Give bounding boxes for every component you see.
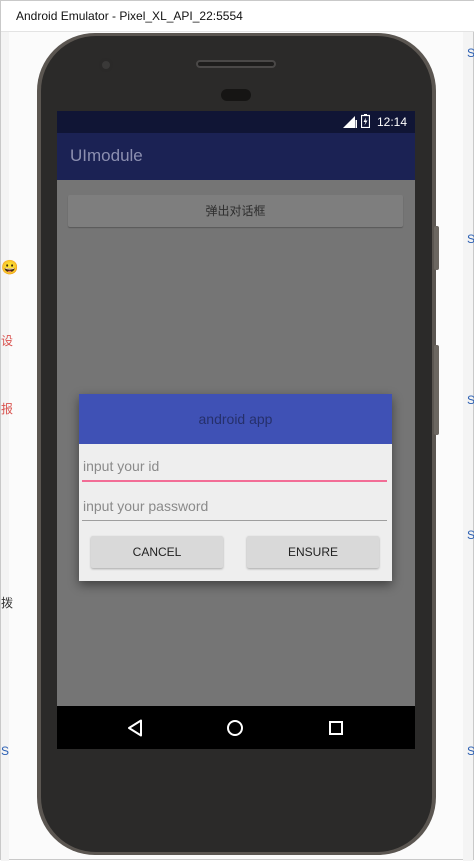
show-dialog-button[interactable]: 弹出对话框	[68, 195, 403, 227]
status-bar: 12:14	[57, 111, 415, 133]
cancel-button[interactable]: CANCEL	[91, 536, 223, 568]
background-fragment: S	[467, 744, 474, 758]
window-titlebar[interactable]: Android Emulator - Pixel_XL_API_22:5554	[1, 1, 474, 32]
speaker-grille	[196, 60, 276, 68]
navigation-bar	[57, 706, 415, 749]
background-fragment: 设	[1, 334, 14, 348]
background-right-strip	[463, 32, 473, 861]
signal-icon	[342, 113, 357, 132]
app-bar: UImodule	[57, 133, 415, 180]
battery-icon	[360, 113, 371, 132]
app-title: UImodule	[70, 146, 143, 165]
dialog-title: android app	[198, 411, 273, 427]
background-fragment: 拨	[1, 596, 14, 610]
background-fragment: S	[467, 46, 474, 60]
id-input[interactable]	[82, 452, 387, 482]
background-fragment: S	[467, 232, 474, 246]
proximity-sensor	[221, 89, 251, 101]
recents-icon[interactable]	[325, 717, 347, 739]
dialog-header: android app	[79, 394, 392, 444]
power-button[interactable]	[434, 345, 439, 435]
status-time: 12:14	[376, 115, 407, 129]
background-fragment: S	[467, 393, 474, 407]
window-title: Android Emulator - Pixel_XL_API_22:5554	[16, 9, 243, 23]
main-content: 弹出对话框 android app CANCEL ENSURE	[57, 180, 415, 706]
front-camera-icon	[99, 58, 113, 72]
background-fragment: S	[467, 528, 474, 542]
status-icons: 12:14	[342, 113, 407, 132]
background-emoji-icon: 😀	[1, 259, 19, 275]
background-fragment: 报	[1, 402, 14, 416]
password-input[interactable]	[82, 491, 387, 521]
back-icon[interactable]	[124, 717, 146, 739]
background-left-strip	[1, 32, 9, 861]
login-dialog: android app CANCEL ENSURE	[79, 394, 392, 581]
background-fragment: S	[1, 744, 10, 758]
device-screen: 12:14 UImodule 弹出对话框 android app CANCEL …	[57, 111, 415, 749]
home-icon[interactable]	[224, 717, 246, 739]
volume-button[interactable]	[434, 226, 439, 270]
ensure-button[interactable]: ENSURE	[247, 536, 379, 568]
